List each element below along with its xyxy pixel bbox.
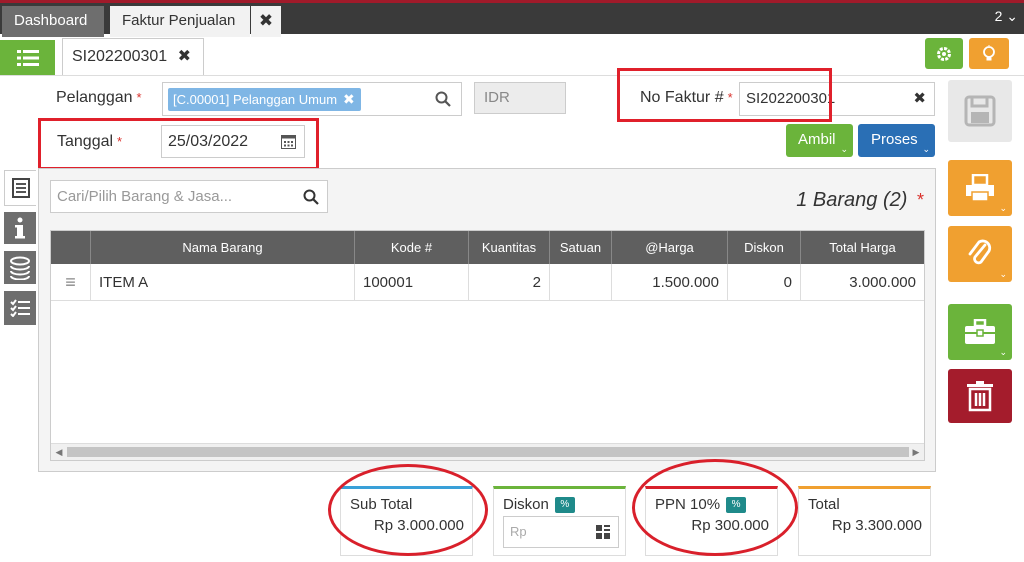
tab-faktur-penjualan[interactable]: Faktur Penjualan <box>110 6 250 37</box>
total-card: Total Rp 3.300.000 <box>798 486 931 556</box>
paperclip-icon <box>968 239 992 265</box>
sidebar-item-details[interactable] <box>4 170 36 206</box>
close-tab-icon[interactable]: ✖ <box>251 6 281 37</box>
proses-label: Proses <box>871 131 918 148</box>
currency-field: IDR <box>474 82 566 114</box>
annotation-box-nofaktur <box>617 68 832 122</box>
cell-diskon[interactable]: 0 <box>727 264 800 301</box>
clear-icon[interactable]: ✖ <box>913 83 926 115</box>
item-count: 1 Barang (2) * <box>796 189 924 212</box>
search-icon[interactable] <box>303 189 319 205</box>
pelanggan-chip-label: [C.00001] Pelanggan Umum <box>173 92 338 107</box>
column-header[interactable]: Kuantitas <box>468 231 549 264</box>
cell-harga[interactable]: 1.500.000 <box>611 264 727 301</box>
table-header: Nama Barang Kode # Kuantitas Satuan @Har… <box>51 231 924 264</box>
print-button[interactable]: ⌄ <box>948 160 1012 216</box>
item-count-text: 1 Barang (2) <box>796 189 908 211</box>
table-row[interactable]: ≡ ITEM A 100001 2 1.500.000 0 3.000.000 <box>51 264 924 301</box>
tab-divider <box>0 75 1024 76</box>
tools-button[interactable]: ⌄ <box>948 304 1012 360</box>
chevron-down-icon: ⌄ <box>999 347 1007 357</box>
cell-kuantitas[interactable]: 2 <box>468 264 549 301</box>
attach-button[interactable]: ⌄ <box>948 226 1012 282</box>
tab-dashboard[interactable]: Dashboard <box>2 6 104 37</box>
total-value: Rp 3.300.000 <box>831 517 922 534</box>
delete-button[interactable] <box>948 369 1012 423</box>
info-icon <box>15 217 25 239</box>
pelanggan-select[interactable]: [C.00001] Pelanggan Umum ✖ <box>162 82 462 116</box>
ambil-button[interactable]: Ambil ⌄ <box>786 124 853 157</box>
proses-button[interactable]: Proses ⌄ <box>858 124 935 157</box>
diskon-card: Diskon% Rp <box>493 486 626 556</box>
open-tabs-count[interactable]: 2 ⌄ <box>995 8 1018 25</box>
sidebar-item-payment[interactable] <box>4 251 36 284</box>
briefcase-icon <box>965 319 995 344</box>
total-label: Total <box>808 496 840 513</box>
required-mark: * <box>916 190 924 210</box>
items-table: Nama Barang Kode # Kuantitas Satuan @Har… <box>50 230 925 461</box>
sidebar-item-info[interactable] <box>4 212 36 244</box>
horizontal-scrollbar[interactable]: ◀ ▶ <box>51 443 924 460</box>
ambil-label: Ambil <box>798 131 836 148</box>
item-search-placeholder: Cari/Pilih Barang & Jasa... <box>57 188 233 205</box>
annotation-oval-ppn <box>632 459 798 556</box>
chevron-down-icon: ⌄ <box>922 144 930 154</box>
gear-icon <box>937 46 951 61</box>
save-button[interactable] <box>948 80 1012 142</box>
cell-nama-barang[interactable]: ITEM A <box>90 264 354 301</box>
save-icon <box>964 95 996 127</box>
diskon-percent-toggle[interactable]: % <box>554 497 575 513</box>
list-icon <box>16 49 39 66</box>
pelanggan-chip: [C.00001] Pelanggan Umum ✖ <box>168 88 361 111</box>
column-header[interactable]: Nama Barang <box>90 231 354 264</box>
tips-button[interactable] <box>969 38 1009 69</box>
scrollbar-thumb[interactable] <box>67 447 909 457</box>
required-mark: * <box>136 90 142 105</box>
document-icon <box>11 178 30 198</box>
annotation-box-tanggal <box>38 118 319 170</box>
chevron-down-icon: ⌄ <box>840 144 848 154</box>
scroll-right-icon[interactable]: ▶ <box>909 444 923 460</box>
item-search-input[interactable]: Cari/Pilih Barang & Jasa... <box>50 180 328 213</box>
pelanggan-label: Pelanggan * <box>56 89 142 107</box>
close-icon[interactable]: ✖ <box>178 39 191 75</box>
trash-icon <box>967 381 993 412</box>
pelanggan-label-text: Pelanggan <box>56 89 133 106</box>
diskon-title: Diskon% <box>503 496 575 513</box>
column-header[interactable]: Diskon <box>727 231 800 264</box>
calculator-icon[interactable] <box>596 525 610 539</box>
column-header[interactable]: @Harga <box>611 231 727 264</box>
diskon-placeholder: Rp <box>510 524 527 539</box>
chevron-down-icon: ⌄ <box>999 269 1007 279</box>
cell-total-harga[interactable]: 3.000.000 <box>800 264 924 301</box>
diskon-input[interactable]: Rp <box>503 516 619 548</box>
print-icon <box>966 174 994 202</box>
app-tab-bar: Dashboard Faktur Penjualan ✖ 2 ⌄ <box>0 0 1024 37</box>
lightbulb-icon <box>983 44 995 60</box>
column-header[interactable]: Kode # <box>354 231 468 264</box>
chevron-down-icon: ⌄ <box>999 203 1007 213</box>
chevron-down-icon: ⌄ <box>1006 8 1018 24</box>
document-tab-label: SI202200301 <box>72 48 168 65</box>
remove-chip-icon[interactable]: ✖ <box>343 91 355 107</box>
sidebar-item-checklist[interactable] <box>4 291 36 325</box>
cell-satuan[interactable] <box>549 264 611 301</box>
scroll-left-icon[interactable]: ◀ <box>52 444 66 460</box>
annotation-oval-subtotal <box>328 464 488 556</box>
coins-icon <box>10 256 30 280</box>
tab-count-label: 2 <box>994 8 1003 24</box>
drag-handle-icon[interactable]: ≡ <box>51 264 90 301</box>
settings-button[interactable] <box>925 38 963 69</box>
list-view-button[interactable] <box>0 40 55 75</box>
checklist-icon <box>10 299 30 317</box>
search-icon[interactable] <box>435 91 451 107</box>
diskon-label: Diskon <box>503 496 549 513</box>
cell-kode[interactable]: 100001 <box>354 264 468 301</box>
document-tab[interactable]: SI202200301 ✖ <box>62 38 204 76</box>
column-header[interactable]: Satuan <box>549 231 611 264</box>
column-header[interactable]: Total Harga <box>800 231 924 264</box>
